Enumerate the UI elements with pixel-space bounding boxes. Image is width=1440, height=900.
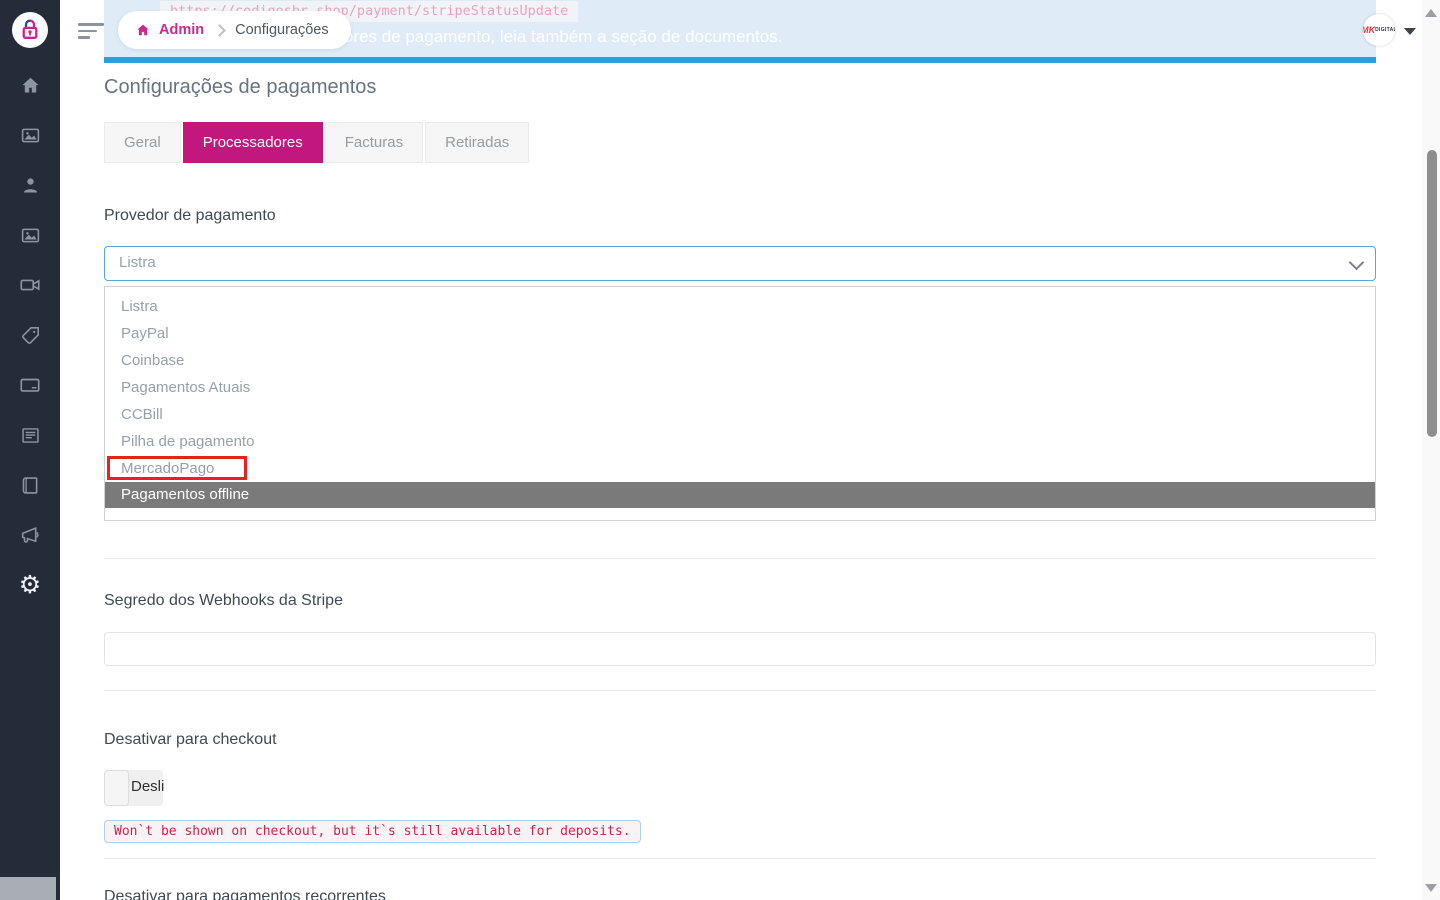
option-pilha-de-pagamento[interactable]: Pilha de pagamento [105,428,1375,455]
tab-bar: Geral Processadores Facturas Retiradas [104,122,529,163]
sidebar: ⚙ [0,0,60,900]
breadcrumb-home-icon[interactable] [136,23,150,37]
provider-select-value: Listra [105,247,1375,278]
scroll-up-icon[interactable] [1425,9,1437,17]
user-icon[interactable] [0,173,60,197]
tab-facturas[interactable]: Facturas [325,122,423,163]
tab-processadores[interactable]: Processadores [183,122,323,163]
user-avatar[interactable]: MK DIGITAL [1363,14,1395,46]
option-pagamentos-atuais[interactable]: Pagamentos Atuais [105,374,1375,401]
option-paypal[interactable]: PayPal [105,320,1375,347]
user-menu-caret-icon[interactable] [1404,28,1416,35]
avatar-logo-mk: MK [1363,25,1375,35]
breadcrumb-admin-link[interactable]: Admin [159,22,204,38]
home-icon[interactable] [0,73,60,97]
breadcrumb-current: Configurações [235,22,329,38]
tag-icon[interactable] [0,323,60,347]
option-listra[interactable]: Listra [105,293,1375,320]
megaphone-icon[interactable] [0,523,60,547]
disable-checkout-toggle[interactable]: Desli [104,770,163,806]
tab-retiradas[interactable]: Retiradas [425,122,529,163]
tab-geral[interactable]: Geral [104,122,181,163]
scrollbar-thumb[interactable] [1427,150,1437,437]
breadcrumb: Admin Configurações [118,11,351,49]
webhook-secret-input[interactable] [104,632,1376,666]
menu-toggle-icon[interactable] [78,23,104,43]
book-icon[interactable] [0,473,60,497]
avatar-logo-digital: DIGITAL [1375,27,1395,33]
page-title: Configurações de pagamentos [104,76,376,99]
gear-icon[interactable]: ⚙ [0,573,60,597]
checkout-note: Won`t be shown on checkout, but it`s sti… [104,820,641,843]
option-pagamentos-offline[interactable]: Pagamentos offline [105,482,1375,508]
gallery-icon[interactable] [0,123,60,147]
admin-payment-settings-page: ⚙ https://codigosbr.shop/payment/stripeS… [0,0,1440,900]
provider-select[interactable]: Listra [104,246,1376,281]
sidebar-footer-block [0,877,56,900]
video-icon[interactable] [0,273,60,297]
webhook-secret-label: Segredo dos Webhooks da Stripe [104,592,343,610]
option-coinbase[interactable]: Coinbase [105,347,1375,374]
lock-icon [17,17,43,43]
credit-card-icon[interactable] [0,373,60,397]
divider [104,690,1376,691]
panel-top-border [104,57,1376,63]
scrollbar [1422,0,1440,900]
provider-dropdown: Listra PayPal Coinbase Pagamentos Atuais… [104,286,1376,521]
gallery-alt-icon[interactable] [0,223,60,247]
option-ccbill[interactable]: CCBill [105,401,1375,428]
disable-recurring-label: Desativar para pagamentos recorrentes [104,888,386,900]
provider-label: Provedor de pagamento [104,207,276,225]
divider [104,558,1376,559]
toggle-handle [104,770,129,806]
chevron-right-icon [213,24,226,37]
toggle-state-label: Desli [131,778,164,795]
disable-checkout-label: Desativar para checkout [104,731,277,749]
scroll-down-icon[interactable] [1425,884,1437,892]
option-mercadopago[interactable]: MercadoPago [105,455,1375,482]
divider [104,858,1376,859]
newspaper-icon[interactable] [0,423,60,447]
brand-logo[interactable] [12,12,48,48]
alert-text: ssadores de pagamento, leia também a seç… [308,27,782,47]
